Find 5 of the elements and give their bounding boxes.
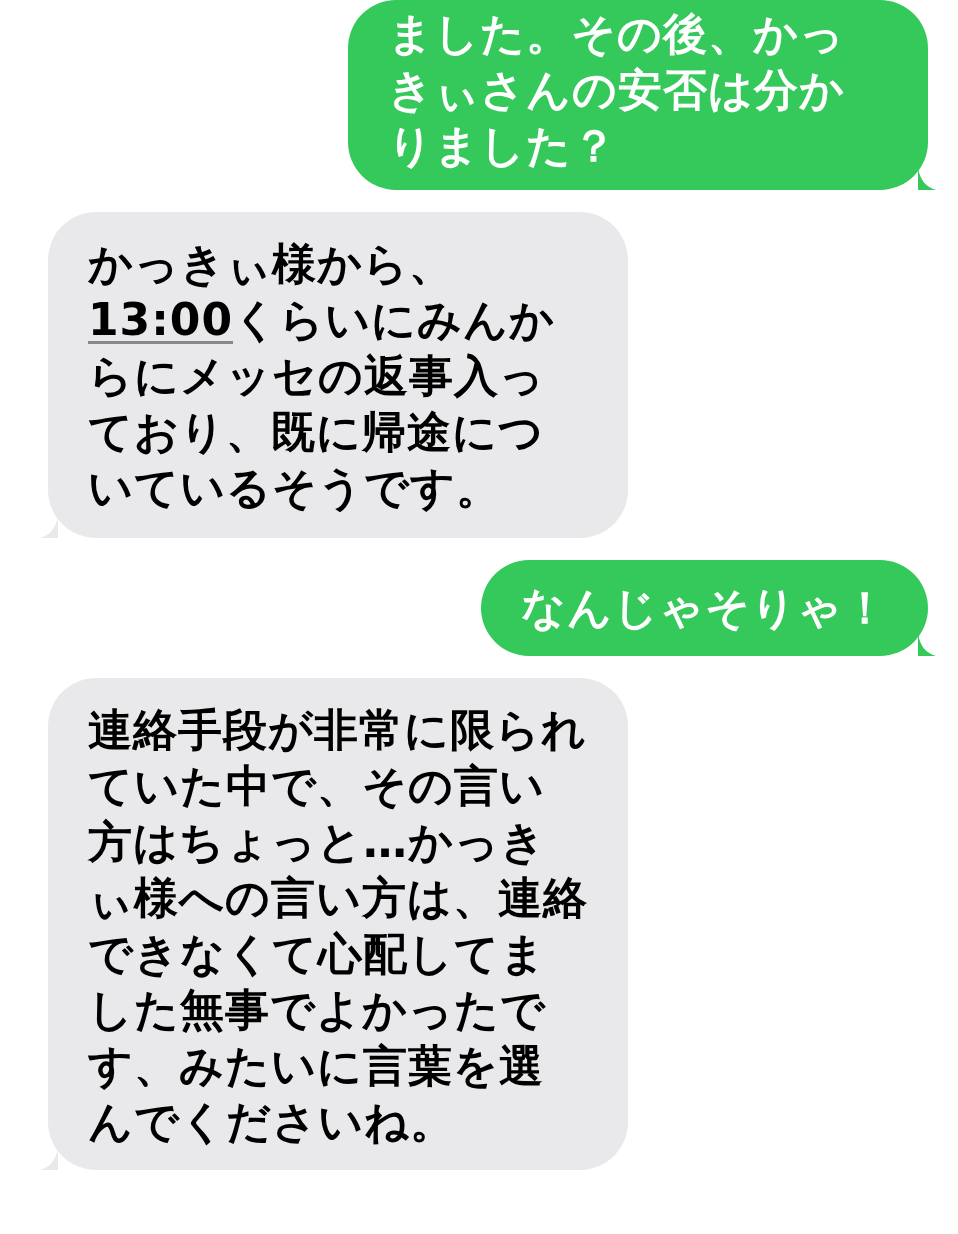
message-text: 連絡手段が非常に限られていた中で、その言い方はちょっと…かっきぃ様への言い方は、連絡できなくて心配してました無事でよかったです、みたいに言葉を選んでくださいね。 [88, 703, 588, 1149]
message-text: かっきぃ様から、 13:00 くらいにみんからにメッセの返事入っており、既に帰途についているそうです。 [88, 237, 557, 515]
time-link[interactable]: 13:00 [88, 294, 234, 345]
message-text: ました。その後、かっきぃさんの安否は分かりました？ [388, 7, 846, 173]
message-text: なんじゃそりゃ！ [521, 581, 888, 635]
